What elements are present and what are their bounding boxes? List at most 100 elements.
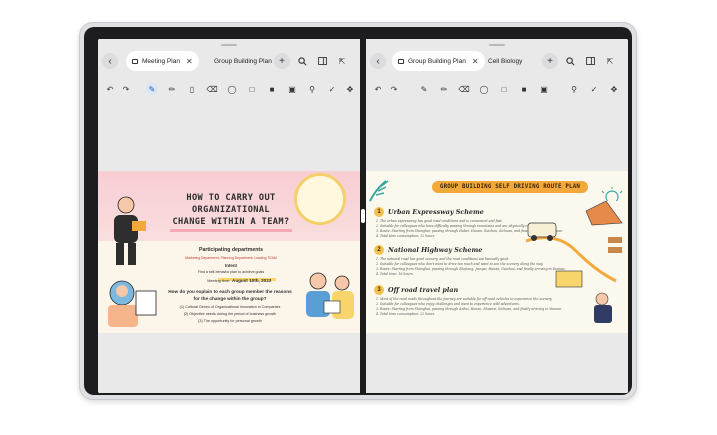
- tablet-frame: ‹ Meeting Plan ✕ Group Building Plan + ⇱…: [79, 22, 637, 400]
- redo-button[interactable]: ↷: [120, 83, 132, 95]
- left-page-blank-area[interactable]: [98, 333, 360, 393]
- road-trip-illustration: [525, 201, 623, 323]
- reader-illustration: [108, 280, 157, 327]
- slide-title-line-1: HOW TO CARRY OUT: [186, 193, 276, 203]
- close-icon[interactable]: ✕: [186, 57, 193, 66]
- undo-icon: ↶: [106, 84, 114, 94]
- tab-group-building-plan[interactable]: Group Building Plan ✕: [392, 51, 485, 71]
- fullscreen-icon: ⇱: [606, 56, 614, 66]
- sun-illustration: [601, 187, 623, 201]
- image-icon: ▣: [540, 84, 548, 94]
- pen-tool[interactable]: ✎: [418, 83, 430, 95]
- intent-text: Find a self-behavior plan to achieve goa…: [197, 270, 265, 274]
- tab-label: Group Building Plan: [408, 57, 466, 65]
- text-box-icon: □: [501, 84, 507, 94]
- pen-icon: ✎: [148, 84, 156, 94]
- eraser-icon: ⌫: [206, 84, 218, 94]
- no-draw-tool[interactable]: ✥: [608, 83, 620, 95]
- section-3-line: 2. Suitable for colleagues who enjoy cha…: [376, 302, 520, 306]
- eyedropper-icon: ✓: [328, 84, 336, 94]
- image-tool[interactable]: ▣: [286, 83, 298, 95]
- redo-button[interactable]: ↷: [388, 83, 400, 95]
- chevron-left-icon: ‹: [108, 55, 112, 67]
- team-illustration: [306, 272, 354, 319]
- redo-icon: ↷: [390, 84, 398, 94]
- tab-group-building-plan[interactable]: Group Building Plan: [214, 51, 272, 71]
- plus-icon: +: [279, 55, 285, 67]
- eraser-tool[interactable]: ⌫: [458, 83, 470, 95]
- intent-heading: Intent: [225, 263, 237, 268]
- eyedropper-icon: ✓: [590, 84, 598, 94]
- pen-tool[interactable]: ✎: [146, 83, 158, 95]
- route-plan-slide: GROUP BUILDING SELF DRIVING ROUTE PLAN 1…: [366, 171, 628, 333]
- zoom-tool[interactable]: ⚲: [306, 83, 318, 95]
- point-1: (1) Cultural Genes of Organizational Inn…: [179, 305, 281, 309]
- color-picker-tool[interactable]: ✓: [588, 83, 600, 95]
- route-plan-banner: GROUP BUILDING SELF DRIVING ROUTE PLAN: [432, 181, 588, 193]
- shape-tool[interactable]: ■: [266, 83, 278, 95]
- section-2-heading: National Highway Scheme: [388, 246, 483, 254]
- slide-title-line-2: ORGANIZATIONAL: [191, 205, 271, 215]
- left-drawing-toolbar: ↶ ↷ ✎ ✏ ▯ ⌫ ◯ □ ■ ▣ ⚲ ✓ ✥: [98, 83, 360, 97]
- lasso-icon: ◯: [227, 84, 237, 94]
- eraser-icon: ⌫: [458, 84, 470, 94]
- text-box-tool[interactable]: □: [246, 83, 258, 95]
- zoom-tool[interactable]: ⚲: [568, 83, 580, 95]
- person-illustration: [114, 196, 146, 265]
- fullscreen-button[interactable]: ⇱: [334, 53, 350, 69]
- pane-drag-handle[interactable]: [489, 44, 505, 46]
- search-button[interactable]: [294, 53, 310, 69]
- tab-label: Group Building Plan: [214, 57, 272, 65]
- divider-handle[interactable]: [361, 209, 365, 223]
- section-2-number: 2: [374, 245, 384, 255]
- lasso-tool[interactable]: ◯: [226, 83, 238, 95]
- no-draw-tool[interactable]: ✥: [344, 83, 356, 95]
- back-button[interactable]: ‹: [370, 53, 386, 69]
- search-icon: [565, 56, 574, 65]
- redo-icon: ↷: [122, 84, 130, 94]
- split-view-icon: [585, 57, 595, 65]
- search-button[interactable]: [562, 53, 578, 69]
- split-view-button[interactable]: [314, 53, 330, 69]
- eraser-tool[interactable]: ⌫: [206, 83, 218, 95]
- tab-meeting-plan[interactable]: Meeting Plan ✕: [126, 51, 199, 71]
- departments-text: Marketing Department, Planning Departmen…: [185, 256, 277, 260]
- text-box-tool[interactable]: □: [498, 83, 510, 95]
- pencil-tool[interactable]: ✏: [438, 83, 450, 95]
- tab-cell-biology[interactable]: Cell Biology: [488, 51, 522, 71]
- shape-tool[interactable]: ■: [518, 83, 530, 95]
- close-icon[interactable]: ✕: [472, 57, 479, 66]
- participating-heading: Participating departments: [199, 247, 263, 253]
- image-tool[interactable]: ▣: [538, 83, 550, 95]
- meeting-plan-slide: HOW TO CARRY OUT ORGANIZATIONAL CHANGE W…: [98, 171, 360, 333]
- highlighter-tool[interactable]: ▯: [186, 83, 198, 95]
- question-line-1: How do you explain to each group member …: [168, 289, 292, 294]
- split-view-icon: [317, 57, 327, 65]
- document-icon: [132, 58, 138, 64]
- zoom-icon: ⚲: [571, 84, 577, 94]
- right-page-blank-area[interactable]: [366, 333, 628, 393]
- shape-icon: ■: [269, 84, 275, 94]
- left-tabbar: ‹ Meeting Plan ✕ Group Building Plan + ⇱: [98, 51, 360, 71]
- point-2: (2) Objective needs during the period of…: [183, 312, 277, 316]
- slide-title-line-3: CHANGE WITHIN A TEAM?: [172, 217, 290, 227]
- section-1-heading: Urban Expressway Scheme: [388, 208, 484, 216]
- undo-button[interactable]: ↶: [104, 83, 116, 95]
- lasso-tool[interactable]: ◯: [478, 83, 490, 95]
- fullscreen-button[interactable]: ⇱: [602, 53, 618, 69]
- pane-drag-handle[interactable]: [221, 44, 237, 46]
- section-3-heading: Off road travel plan: [388, 286, 459, 294]
- search-icon: [297, 56, 306, 65]
- right-drawing-toolbar: ↶ ↷ ✎ ✏ ⌫ ◯ □ ■ ▣ ⚲ ✓ ✥: [366, 83, 628, 97]
- split-view-button[interactable]: [582, 53, 598, 69]
- right-pane: ‹ Group Building Plan ✕ Cell Biology + ⇱…: [366, 39, 628, 393]
- add-tab-button[interactable]: +: [542, 53, 558, 69]
- add-tab-button[interactable]: +: [274, 53, 290, 69]
- pencil-icon: ✏: [168, 84, 176, 94]
- back-button[interactable]: ‹: [102, 53, 118, 69]
- highlighter-icon: ▯: [189, 84, 195, 94]
- pencil-tool[interactable]: ✏: [166, 83, 178, 95]
- undo-button[interactable]: ↶: [372, 83, 384, 95]
- color-picker-tool[interactable]: ✓: [326, 83, 338, 95]
- section-1-line: 4. Total time consumption: 12 hours: [376, 234, 435, 238]
